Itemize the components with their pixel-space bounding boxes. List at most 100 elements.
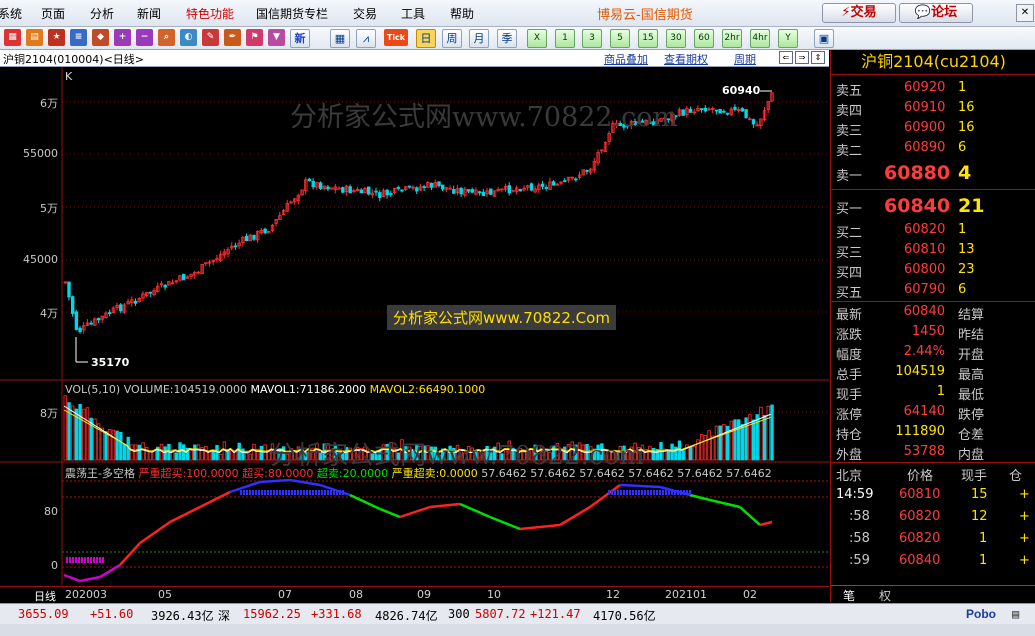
close-icon[interactable]: ✕ <box>1016 4 1034 22</box>
options-link[interactable]: 查看期权 <box>664 51 708 67</box>
draw-icon[interactable]: ✎ <box>202 29 219 46</box>
ask-row[interactable]: 卖五 60920 1 <box>831 78 1035 99</box>
trade-icon: ⚡ <box>841 5 851 20</box>
favorite-icon[interactable]: ★ <box>48 29 65 46</box>
stat-label: 持仓 <box>836 428 863 443</box>
volume-bar <box>100 427 104 461</box>
line-chart-icon[interactable]: ⩘ <box>356 29 376 48</box>
menu-tools[interactable]: 工具 <box>401 5 425 22</box>
symbol-title: 沪铜2104(010004)<日线> <box>3 53 145 66</box>
bid-row[interactable]: 买二 60820 1 <box>831 220 1035 241</box>
candle <box>396 187 400 189</box>
volume-bar <box>259 445 264 461</box>
oscillator-bar <box>668 490 670 495</box>
bid-row[interactable]: 买三 60810 13 <box>831 240 1035 261</box>
period-2hr-button[interactable]: 2hr <box>722 29 742 48</box>
tick-price: 60820 <box>899 531 941 546</box>
volume-bar <box>711 435 715 461</box>
ask-row[interactable]: 卖一 60880 4 <box>831 160 1035 186</box>
paint-icon[interactable]: ◐ <box>180 29 197 46</box>
period-30min-button[interactable]: 30 <box>666 29 686 48</box>
period-year-button[interactable]: Y <box>778 29 798 48</box>
period-1min-button[interactable]: 1 <box>555 29 575 48</box>
tab-trades[interactable]: 笔 <box>843 587 855 604</box>
oscillator-bar <box>629 490 631 495</box>
volume-bar <box>63 395 67 461</box>
period-season-button[interactable]: 季 <box>497 29 517 48</box>
ask-row[interactable]: 卖三 60900 16 <box>831 118 1035 139</box>
layout-icon[interactable]: ▣ <box>814 29 834 48</box>
search-icon[interactable]: ⌕ <box>158 29 175 46</box>
candle <box>466 189 471 192</box>
bid-row[interactable]: 买五 60790 6 <box>831 280 1035 301</box>
table-icon[interactable]: ▦ <box>330 29 350 48</box>
volume-bar <box>718 425 722 461</box>
arrow-right-icon[interactable]: ⇒ <box>795 51 809 64</box>
bid-row[interactable]: 买一 60840 21 <box>831 193 1035 219</box>
new-icon[interactable]: 新 <box>290 29 310 48</box>
divider <box>831 189 1035 190</box>
forum-button[interactable]: 💬论坛 <box>899 3 973 23</box>
list-icon[interactable]: ≡ <box>70 29 87 46</box>
candle <box>422 186 426 189</box>
period-3min-button[interactable]: 3 <box>582 29 602 48</box>
tick-flag: + <box>1019 509 1030 524</box>
status-menu-icon[interactable]: ▤ <box>1012 607 1019 621</box>
oscillator-bar <box>650 490 652 495</box>
zoom-in-icon[interactable]: + <box>114 29 131 46</box>
stat-value: 64140 <box>903 404 945 419</box>
menu-page[interactable]: 页面 <box>41 5 65 22</box>
arrow-left-icon[interactable]: ⇐ <box>779 51 793 64</box>
period-5min-button[interactable]: 5 <box>610 29 630 48</box>
overlay-link[interactable]: 商品叠加 <box>604 51 648 67</box>
period-link[interactable]: 周期 <box>734 51 756 67</box>
stat-label2: 跌停 <box>958 408 985 423</box>
volume-bar <box>670 443 674 461</box>
flag-icon[interactable]: ⚑ <box>246 29 263 46</box>
zoom-out-icon[interactable]: − <box>136 29 153 46</box>
filter-icon[interactable]: ▼ <box>268 29 285 46</box>
period-x-button[interactable]: X <box>527 29 547 48</box>
volume-bar <box>733 419 737 461</box>
oscillator-segment <box>169 505 201 524</box>
menu-guoxin-column[interactable]: 国信期货专栏 <box>256 5 328 22</box>
menu-system[interactable]: 系统 <box>0 5 22 22</box>
quote-icon[interactable]: ▦ <box>4 29 21 46</box>
trade-button[interactable]: ⚡交易 <box>822 3 896 23</box>
candle <box>133 300 138 304</box>
oscillator-bar <box>84 557 86 563</box>
oscillator-bar <box>87 557 89 563</box>
x-axis-label: 202003 <box>65 588 107 601</box>
tick-chart-button[interactable]: Tick <box>384 29 408 46</box>
volume-bar <box>729 420 733 461</box>
bid-row[interactable]: 买四 60800 23 <box>831 260 1035 281</box>
chart-area[interactable]: 6万 55000 5万 45000 4万 K 60940 35170 分析家公式… <box>0 67 829 585</box>
period-month-button[interactable]: 月 <box>469 29 489 48</box>
candle <box>733 106 737 110</box>
oscillator-bar <box>264 490 266 495</box>
ask-row[interactable]: 卖四 60910 16 <box>831 98 1035 119</box>
period-week-button[interactable]: 周 <box>442 29 462 48</box>
alert-icon[interactable]: ◆ <box>92 29 109 46</box>
menu-analysis[interactable]: 分析 <box>90 5 114 22</box>
menu-trade[interactable]: 交易 <box>353 5 377 22</box>
candle <box>96 317 101 321</box>
oscillator-bar <box>617 490 619 495</box>
menu-news[interactable]: 新闻 <box>137 5 161 22</box>
candle <box>529 183 534 191</box>
period-4hr-button[interactable]: 4hr <box>750 29 770 48</box>
arrow-updown-icon[interactable]: ⇕ <box>811 51 825 64</box>
chart-icon[interactable]: ▤ <box>26 29 43 46</box>
period-60min-button[interactable]: 60 <box>694 29 714 48</box>
axis-mode-label[interactable]: 日线 <box>34 588 56 604</box>
status-item: 4826.74亿 <box>375 609 438 623</box>
oscillator-bar <box>102 557 104 563</box>
ask-row[interactable]: 卖二 60890 6 <box>831 138 1035 159</box>
tab-rights[interactable]: 权 <box>879 587 891 604</box>
menu-help[interactable]: 帮助 <box>450 5 474 22</box>
period-15min-button[interactable]: 15 <box>638 29 658 48</box>
x-axis-label: 12 <box>606 588 620 601</box>
period-day-button[interactable]: 日 <box>416 29 436 48</box>
menu-features[interactable]: 特色功能 <box>186 5 234 22</box>
pen-icon[interactable]: ✒ <box>224 29 241 46</box>
